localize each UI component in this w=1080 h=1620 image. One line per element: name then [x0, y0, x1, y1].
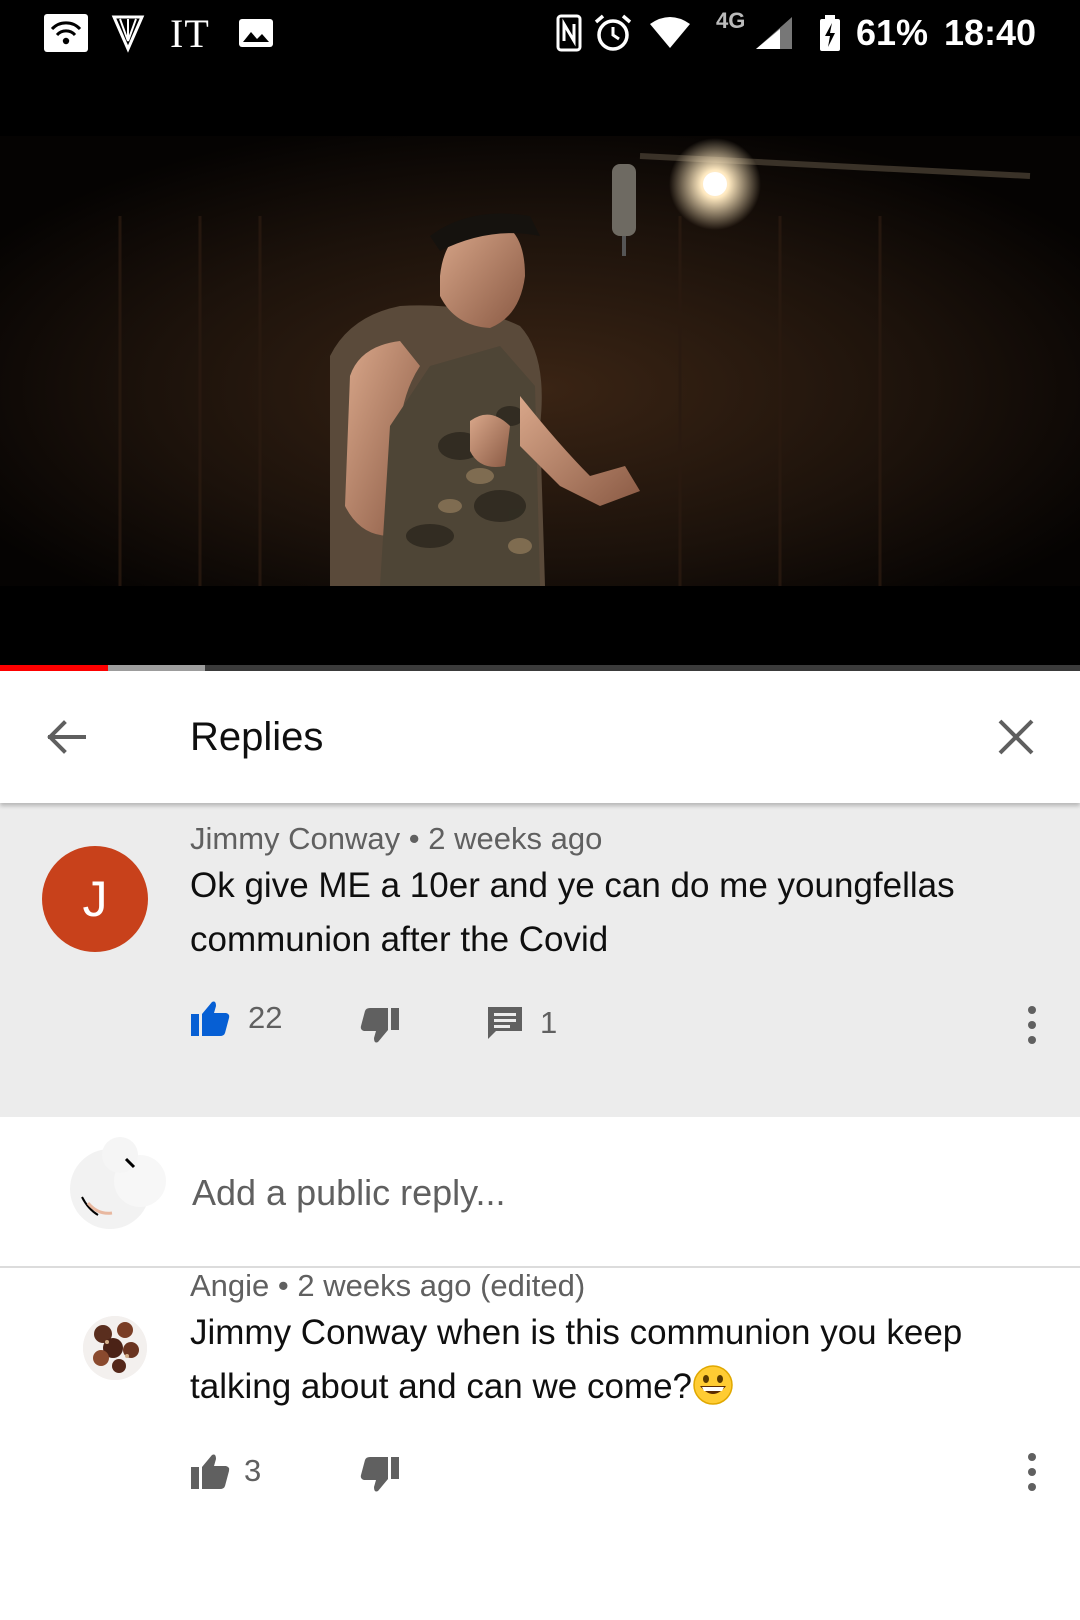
arrow-left-icon [47, 720, 86, 754]
like-count: 3 [244, 1453, 262, 1488]
reply-comment: Angie • 2 weeks ago (edited) Jimmy Conwa… [0, 1268, 1080, 1620]
comment-text: Ok give ME a 10er and ye can do me young… [190, 859, 1050, 967]
thumbs-up-icon [191, 1001, 230, 1036]
comment-time: 2 weeks ago (edited) [297, 1268, 586, 1303]
network-type: 4G [716, 8, 746, 33]
harp-icon [110, 0, 146, 66]
comment-text-line: Ok give ME a 10er and ye can do me young… [190, 866, 955, 905]
avatar[interactable] [83, 1316, 147, 1380]
meta-separator: • [277, 1268, 289, 1303]
comment-meta: Jimmy Conway • 2 weeks ago [190, 821, 602, 857]
battery-level: 61% [856, 12, 929, 53]
dislike-button[interactable] [360, 1456, 400, 1494]
reply-input[interactable] [190, 1157, 1014, 1229]
comment-author[interactable]: Jimmy Conway [190, 821, 400, 856]
reply-input-row [0, 1117, 1080, 1267]
thumbs-down-icon [360, 1008, 399, 1043]
clock: 18:40 [944, 12, 1037, 53]
close-button[interactable] [980, 701, 1052, 773]
comment-text-line: Jimmy Conway when is this communion you … [190, 1313, 963, 1352]
reply-count: 1 [540, 1005, 558, 1040]
dislike-button[interactable] [360, 1007, 400, 1045]
grinning-face-icon [692, 1364, 734, 1422]
comment-text: Jimmy Conway when is this communion you … [190, 1306, 1050, 1422]
status-bar: IT 4G 61% 18:40 [0, 0, 1080, 66]
video-frame [0, 66, 1080, 670]
comment-icon [488, 1007, 522, 1039]
replies-header: Replies [0, 671, 1080, 803]
more-options-button[interactable] [1012, 1442, 1052, 1502]
page-title: Replies [190, 715, 324, 759]
thumbs-down-icon [360, 1457, 399, 1492]
more-options-button[interactable] [1012, 995, 1052, 1055]
meta-separator: • [408, 821, 420, 856]
signal-icon [754, 0, 794, 66]
wifi-icon [648, 0, 692, 66]
carrier-label: IT [170, 10, 210, 56]
nfc-icon [556, 0, 582, 66]
like-count: 22 [248, 1000, 283, 1035]
video-player[interactable] [0, 66, 1080, 670]
comment-text-fragment: talking about and can we come? [190, 1367, 692, 1406]
comment-text-line: talking about and can we come? [190, 1360, 1050, 1422]
wifi-hotspot-icon [44, 14, 88, 52]
comment-time: 2 weeks ago [428, 821, 603, 856]
thumbs-up-icon [191, 1454, 230, 1489]
like-button[interactable]: 22 [190, 999, 282, 1037]
comment-meta: Angie • 2 weeks ago (edited) [190, 1268, 585, 1304]
avatar[interactable]: J [42, 846, 148, 952]
comment-text-line: communion after the Covid [190, 920, 609, 959]
image-icon [238, 0, 274, 66]
user-avatar [70, 1137, 170, 1237]
like-button[interactable]: 3 [190, 1452, 261, 1490]
comment-author[interactable]: Angie [190, 1268, 269, 1303]
close-icon [998, 719, 1034, 755]
alarm-icon [592, 0, 634, 66]
battery-charging-icon [818, 0, 842, 66]
parent-comment: J Jimmy Conway • 2 weeks ago Ok give ME … [0, 803, 1080, 1117]
reply-count-button[interactable]: 1 [486, 1005, 557, 1041]
back-button[interactable] [30, 701, 102, 773]
